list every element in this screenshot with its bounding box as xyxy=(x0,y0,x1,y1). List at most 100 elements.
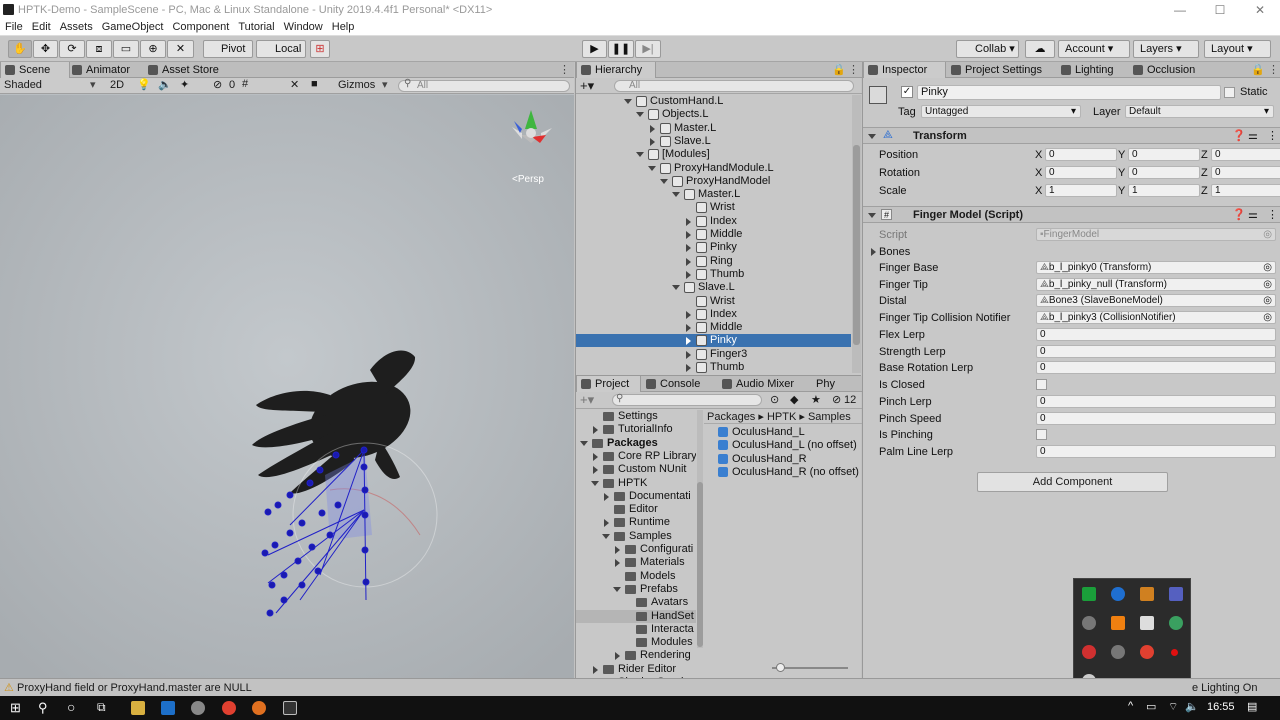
tools-icon[interactable]: ✕ xyxy=(290,78,299,91)
expand-arrow-icon[interactable] xyxy=(686,324,691,333)
app-tray-icon[interactable] xyxy=(1140,587,1154,601)
hidden-packages-icon[interactable]: ⊘ xyxy=(832,393,841,406)
tab-lighting[interactable]: Lighting xyxy=(1057,62,1129,78)
scene-menu-icon[interactable]: ⋮ xyxy=(559,63,570,76)
breadcrumb-samples[interactable]: Samples xyxy=(808,411,851,423)
object-picker-icon[interactable]: ◎ xyxy=(1263,279,1272,290)
expand-arrow-icon[interactable] xyxy=(615,546,620,554)
scale-tool-button[interactable]: ⧈ xyxy=(86,40,112,58)
tab-asset-store[interactable]: Asset Store xyxy=(144,62,234,78)
float-field[interactable]: 0 xyxy=(1036,411,1276,425)
prefab-asset[interactable]: OculusHand_L (no offset) xyxy=(704,439,862,452)
project-tree-scrollbar[interactable] xyxy=(697,410,703,648)
rotate-tool-button[interactable]: ⟳ xyxy=(59,40,85,58)
expand-arrow-icon[interactable] xyxy=(686,257,691,266)
app-icon[interactable] xyxy=(191,701,205,715)
task-view-icon[interactable]: ⧉ xyxy=(97,700,106,715)
collapse-arrow-icon[interactable] xyxy=(580,440,588,446)
project-folder-item[interactable]: Configurati xyxy=(576,543,696,556)
transform-position-z-field[interactable]: 0 xyxy=(1211,148,1280,161)
hierarchy-item[interactable]: Index xyxy=(576,308,851,321)
layout-dropdown[interactable]: Layout ▾ xyxy=(1204,40,1271,58)
battery-icon[interactable]: ▭ xyxy=(1146,700,1156,713)
search-by-type-icon[interactable]: ⊙ xyxy=(770,393,779,406)
security-tray-icon[interactable] xyxy=(1082,587,1096,601)
project-folder-item[interactable]: Custom NUnit xyxy=(576,463,696,476)
hierarchy-item[interactable]: Finger3 xyxy=(576,348,851,361)
project-folder-item[interactable]: Rider Editor xyxy=(576,663,696,676)
chrome-tray-icon[interactable] xyxy=(1140,645,1154,659)
teams-tray-icon[interactable] xyxy=(1169,587,1183,601)
hierarchy-scrollbar[interactable] xyxy=(852,95,861,373)
project-tree-scroll-thumb[interactable] xyxy=(697,482,703,647)
chrome-icon[interactable] xyxy=(222,701,236,715)
lighting-toggle-icon[interactable]: 💡 xyxy=(137,78,151,91)
expand-arrow-icon[interactable] xyxy=(686,244,691,253)
local-button[interactable]: Local xyxy=(256,40,306,58)
skype-tray-icon[interactable] xyxy=(1082,616,1096,630)
float-field[interactable]: 0 xyxy=(1036,328,1276,341)
project-folder-item[interactable]: Core RP Library xyxy=(576,450,696,463)
tab-inspector[interactable]: Inspector xyxy=(863,62,946,78)
hierarchy-item[interactable]: Wrist xyxy=(576,201,851,214)
expand-arrow-icon[interactable] xyxy=(593,466,598,475)
expand-arrow-icon[interactable] xyxy=(593,665,598,674)
project-folder-item[interactable]: Editor xyxy=(576,503,696,516)
file-explorer-icon[interactable] xyxy=(131,701,145,715)
expand-arrow-icon[interactable] xyxy=(686,310,691,319)
hierarchy-item[interactable]: Slave.L xyxy=(576,135,851,148)
help-icon[interactable]: ❓ xyxy=(1232,129,1246,142)
transform-scale-z-field[interactable]: 1 xyxy=(1211,184,1280,197)
close-button[interactable]: ✕ xyxy=(1240,0,1280,20)
pivot-button[interactable]: Pivot xyxy=(203,40,253,58)
windows-start-icon[interactable]: ⊞ xyxy=(10,700,21,716)
expand-arrow-icon[interactable] xyxy=(686,350,691,359)
transform-rotation-z-field[interactable]: 0 xyxy=(1211,166,1280,179)
cortana-icon[interactable]: ○ xyxy=(67,699,75,715)
play-button[interactable]: ▶ xyxy=(582,40,607,58)
project-folder-item[interactable]: Settings xyxy=(576,410,696,423)
transform-tool-button[interactable]: ⊕ xyxy=(140,40,166,58)
expand-arrow-icon[interactable] xyxy=(615,652,620,661)
menu-component[interactable]: Component xyxy=(167,20,233,33)
collapse-arrow-icon[interactable] xyxy=(660,178,668,184)
menu-tutorial[interactable]: Tutorial xyxy=(233,20,278,33)
custom-tool-button[interactable]: ✕ xyxy=(167,40,194,58)
hierarchy-item[interactable]: Thumb xyxy=(576,268,851,281)
status-message[interactable]: ProxyHand field or ProxyHand.master are … xyxy=(17,682,252,694)
expand-arrow-icon[interactable] xyxy=(686,270,691,279)
help-icon[interactable]: ❓ xyxy=(1232,208,1246,221)
transform-position-x-field[interactable]: 0 xyxy=(1045,148,1117,161)
project-folder-item[interactable]: HPTK xyxy=(576,477,696,490)
hierarchy-item[interactable]: Master.L xyxy=(576,122,851,135)
collapse-arrow-icon[interactable] xyxy=(613,586,621,592)
outlook-icon[interactable] xyxy=(161,701,175,715)
object-picker-icon[interactable]: ◎ xyxy=(1263,295,1272,306)
bones-foldout[interactable]: Bones xyxy=(879,246,910,258)
effects-toggle-icon[interactable]: ✦ xyxy=(180,78,189,91)
hierarchy-item[interactable]: CustomHand.L xyxy=(576,95,851,108)
hierarchy-scroll-thumb[interactable] xyxy=(853,145,860,345)
label-filter-icon[interactable]: ◆ xyxy=(790,393,798,406)
project-folder-item[interactable]: Samples xyxy=(576,530,696,543)
favorite-icon[interactable]: ★ xyxy=(811,393,821,406)
collapse-arrow-icon[interactable] xyxy=(636,112,644,118)
expand-arrow-icon[interactable] xyxy=(593,426,598,435)
float-field[interactable]: 0 xyxy=(1036,444,1276,458)
project-folder-item[interactable]: Interacta xyxy=(576,623,696,636)
transform-position-y-field[interactable]: 0 xyxy=(1128,148,1200,161)
expand-arrow-icon[interactable] xyxy=(615,559,620,568)
object-reference-field[interactable]: ⟁b_l_pinky3 (CollisionNotifier) ◎ xyxy=(1036,311,1276,325)
sublime-tray-icon[interactable] xyxy=(1111,616,1125,630)
hierarchy-menu-icon[interactable]: ⋮ xyxy=(848,63,859,76)
snap-button[interactable]: ⊞ xyxy=(310,40,330,58)
add-component-button[interactable]: Add Component xyxy=(977,472,1168,492)
project-folder-item[interactable]: Runtime xyxy=(576,516,696,529)
hierarchy-item[interactable]: ProxyHandModule.L xyxy=(576,162,851,175)
preset-icon[interactable]: ⚌ xyxy=(1248,208,1258,221)
prefab-asset[interactable]: OculusHand_R xyxy=(704,453,862,466)
project-folder-item[interactable]: Avatars xyxy=(576,596,696,609)
collapse-arrow-icon[interactable] xyxy=(591,480,599,486)
collapse-arrow-icon[interactable] xyxy=(602,533,610,539)
object-reference-field[interactable]: ⟁b_l_pinky_null (Transform) ◎ xyxy=(1036,277,1276,291)
